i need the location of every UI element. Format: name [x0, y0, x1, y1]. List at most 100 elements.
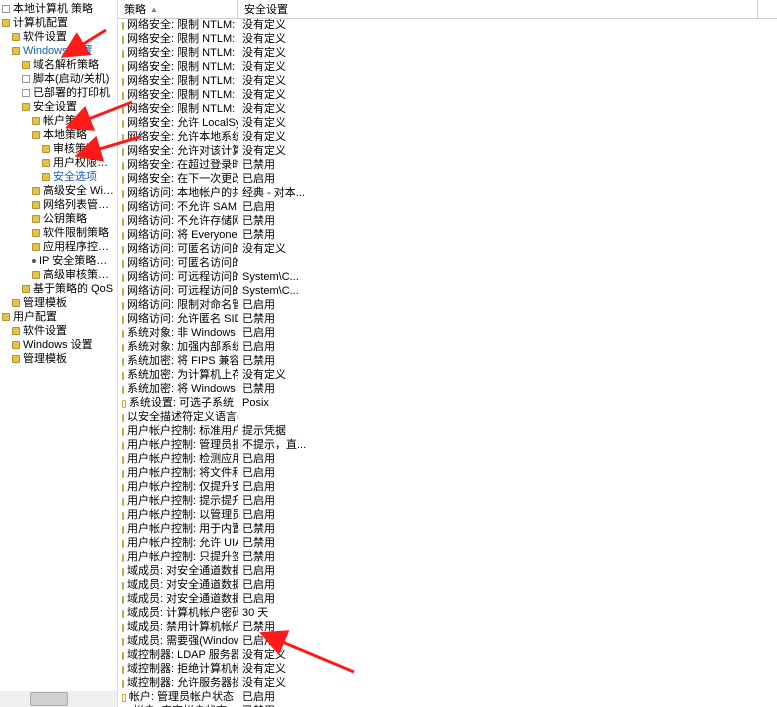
tree-node[interactable]: 高级审核策略配置 — [2, 268, 117, 282]
tree-node[interactable]: 本地策略 — [2, 128, 117, 142]
policy-row[interactable]: 域成员: 禁用计算机帐户密码...已禁用 — [118, 620, 777, 634]
policy-row[interactable]: 网络访问: 不允许 SAM 帐户...已启用 — [118, 200, 777, 214]
policy-name: 网络安全: 限制 NTLM: 传入 ... — [127, 18, 238, 32]
policy-name: 网络安全: 限制 NTLM: 为 N... — [127, 102, 238, 116]
tree-node[interactable]: 软件设置 — [2, 324, 117, 338]
tree-node[interactable]: 审核策略 — [2, 142, 117, 156]
policy-row[interactable]: 系统对象: 非 Windows 子系...已启用 — [118, 326, 777, 340]
policy-row[interactable]: 用户帐户控制: 以管理员批准...已启用 — [118, 508, 777, 522]
policy-row[interactable]: 域成员: 对安全通道数据进行...已启用 — [118, 564, 777, 578]
tree-node[interactable]: 软件限制策略 — [2, 226, 117, 240]
policy-row[interactable]: 系统加密: 为计算机上存储的...没有定义 — [118, 368, 777, 382]
tree-node[interactable]: 管理模板 — [2, 296, 117, 310]
policy-row[interactable]: 系统对象: 加强内部系统对象...已启用 — [118, 340, 777, 354]
policy-row[interactable]: 域控制器: 允许服务器操作者...没有定义 — [118, 676, 777, 690]
tree-node[interactable]: 本地计算机 策略 — [2, 2, 117, 16]
tree-node-label: Windows 设置 — [23, 338, 93, 352]
tree-node[interactable]: 脚本(启动/关机) — [2, 72, 117, 86]
tree-horizontal-scrollbar[interactable] — [0, 691, 117, 707]
tree-node[interactable]: 网络列表管理器策略 — [2, 198, 117, 212]
tree-node-label: 应用程序控制策略 — [43, 240, 117, 254]
folder-icon — [2, 19, 10, 27]
tree-node[interactable]: 应用程序控制策略 — [2, 240, 117, 254]
policy-row[interactable]: 用户帐户控制: 将文件和注册...已启用 — [118, 466, 777, 480]
policy-row[interactable]: 网络访问: 可匿名访问的命名... — [118, 256, 777, 270]
tree-node[interactable]: 已部署的打印机 — [2, 86, 117, 100]
policy-row[interactable]: 域控制器: LDAP 服务器签名...没有定义 — [118, 648, 777, 662]
policy-setting-cell: 已启用 — [238, 298, 758, 312]
policy-row[interactable]: 域成员: 计算机帐户密码最长...30 天 — [118, 606, 777, 620]
tree-node[interactable]: Windows 设置 — [2, 44, 117, 58]
policy-icon — [122, 428, 124, 436]
policy-row[interactable]: 域成员: 对安全通道数据进行...已启用 — [118, 578, 777, 592]
policy-row[interactable]: 以安全描述符定义语言(SDD... — [118, 410, 777, 424]
tree-node[interactable]: 软件设置 — [2, 30, 117, 44]
policy-row[interactable]: 网络安全: 限制 NTLM: 添加...没有定义 — [118, 88, 777, 102]
policy-setting-cell: 已启用 — [238, 200, 758, 214]
tree-node[interactable]: 基于策略的 QoS — [2, 282, 117, 296]
policy-row[interactable]: 域成员: 对安全通道数据进行...已启用 — [118, 592, 777, 606]
scrollbar-thumb[interactable] — [30, 692, 68, 706]
policy-row[interactable]: 网络访问: 可远程访问的注册...System\C... — [118, 284, 777, 298]
policy-row[interactable]: 域成员: 需要强(Windows 20...已启用 — [118, 634, 777, 648]
policy-row[interactable]: 网络安全: 在下一次更改密码...已启用 — [118, 172, 777, 186]
policy-row[interactable]: 域控制器: 拒绝计算机帐户密...没有定义 — [118, 662, 777, 676]
folder-icon — [42, 173, 50, 181]
policy-row[interactable]: 系统加密: 将 FIPS 兼容算法...已禁用 — [118, 354, 777, 368]
policy-row[interactable]: 系统设置: 可选子系统Posix — [118, 396, 777, 410]
tree-node[interactable]: 计算机配置 — [2, 16, 117, 30]
policy-row[interactable]: 网络访问: 可远程访问的注册...System\C... — [118, 270, 777, 284]
policy-row[interactable]: 用户帐户控制: 允许 UIAcces...已禁用 — [118, 536, 777, 550]
column-header[interactable]: 安全设置 — [238, 0, 758, 18]
list-body: 网络安全: 限制 NTLM: 传入 ...没有定义网络安全: 限制 NTLM: … — [118, 18, 777, 707]
tree-node[interactable]: 公钥策略 — [2, 212, 117, 226]
list-header: 策略▲安全设置 — [118, 0, 777, 19]
policy-row[interactable]: 系统加密: 将 Windows 可执...已禁用 — [118, 382, 777, 396]
policy-row[interactable]: 用户帐户控制: 检测应用程序...已启用 — [118, 452, 777, 466]
policy-row[interactable]: 网络安全: 限制 NTLM: 为 N...没有定义 — [118, 102, 777, 116]
policy-row[interactable]: 网络访问: 允许匿名 SID/名...已禁用 — [118, 312, 777, 326]
policy-setting-cell: 没有定义 — [238, 662, 758, 676]
policy-row[interactable]: 网络安全: 限制 NTLM: 此域...没有定义 — [118, 32, 777, 46]
policy-row[interactable]: 网络访问: 将 Everyone 权限...已禁用 — [118, 228, 777, 242]
tree-node-label: 软件限制策略 — [43, 226, 109, 240]
policy-name-cell: 网络访问: 将 Everyone 权限... — [118, 228, 238, 242]
policy-row[interactable]: 网络访问: 不允许存储网络身...已禁用 — [118, 214, 777, 228]
tree-node[interactable]: 安全选项 — [2, 170, 117, 184]
tree-node-label: 管理模板 — [23, 352, 67, 366]
tree-node[interactable]: 高级安全 Windows 防 — [2, 184, 117, 198]
tree-node[interactable]: 用户配置 — [2, 310, 117, 324]
policy-row[interactable]: 网络安全: 限制 NTLM: 审核...没有定义 — [118, 74, 777, 88]
policy-name-cell: 网络访问: 允许匿名 SID/名... — [118, 312, 238, 326]
policy-row[interactable]: 网络访问: 可匿名访问的共享没有定义 — [118, 242, 777, 256]
policy-row[interactable]: 网络安全: 在超过登录时间后...已禁用 — [118, 158, 777, 172]
tree-node[interactable]: 帐户策略 — [2, 114, 117, 128]
policy-name: 网络安全: 限制 NTLM: 审核... — [127, 74, 238, 88]
policy-row[interactable]: 网络安全: 允许本地系统将计...没有定义 — [118, 130, 777, 144]
tree-node[interactable]: 管理模板 — [2, 352, 117, 366]
policy-row[interactable]: 用户帐户控制: 管理员批准模...不提示，直... — [118, 438, 777, 452]
tree-node-label: 安全设置 — [33, 100, 77, 114]
policy-row[interactable]: 用户帐户控制: 仅提升安装在...已启用 — [118, 480, 777, 494]
policy-row[interactable]: 网络访问: 限制对命名管道和...已启用 — [118, 298, 777, 312]
column-header[interactable]: 策略▲ — [118, 0, 238, 18]
policy-row[interactable]: 网络安全: 允许对该计算机的 ...没有定义 — [118, 144, 777, 158]
tree-node[interactable]: 安全设置 — [2, 100, 117, 114]
tree-node[interactable]: IP 安全策略，在 本地 — [2, 254, 117, 268]
policy-row[interactable]: 网络安全: 限制 NTLM: 到远...没有定义 — [118, 46, 777, 60]
policy-setting-cell: 已启用 — [238, 466, 758, 480]
tree-node[interactable]: 域名解析策略 — [2, 58, 117, 72]
policy-row[interactable]: 帐户: 管理员帐户状态已启用 — [118, 690, 777, 704]
policy-row[interactable]: 网络安全: 允许 LocalSystem...没有定义 — [118, 116, 777, 130]
policy-row[interactable]: 网络安全: 限制 NTLM: 审核...没有定义 — [118, 60, 777, 74]
tree-node[interactable]: 用户权限分配 — [2, 156, 117, 170]
policy-row[interactable]: 网络访问: 本地帐户的共享和...经典 - 对本... — [118, 186, 777, 200]
policy-name-cell: 系统加密: 将 FIPS 兼容算法... — [118, 354, 238, 368]
policy-row[interactable]: 用户帐户控制: 用于内置管理...已禁用 — [118, 522, 777, 536]
policy-row[interactable]: 网络安全: 限制 NTLM: 传入 ...没有定义 — [118, 18, 777, 32]
tree-node-label: 软件设置 — [23, 324, 67, 338]
policy-row[interactable]: 用户帐户控制: 只提升签名并...已禁用 — [118, 550, 777, 564]
policy-row[interactable]: 用户帐户控制: 提示提升时切...已启用 — [118, 494, 777, 508]
tree-node[interactable]: Windows 设置 — [2, 338, 117, 352]
policy-row[interactable]: 用户帐户控制: 标准用户的提...提示凭据 — [118, 424, 777, 438]
